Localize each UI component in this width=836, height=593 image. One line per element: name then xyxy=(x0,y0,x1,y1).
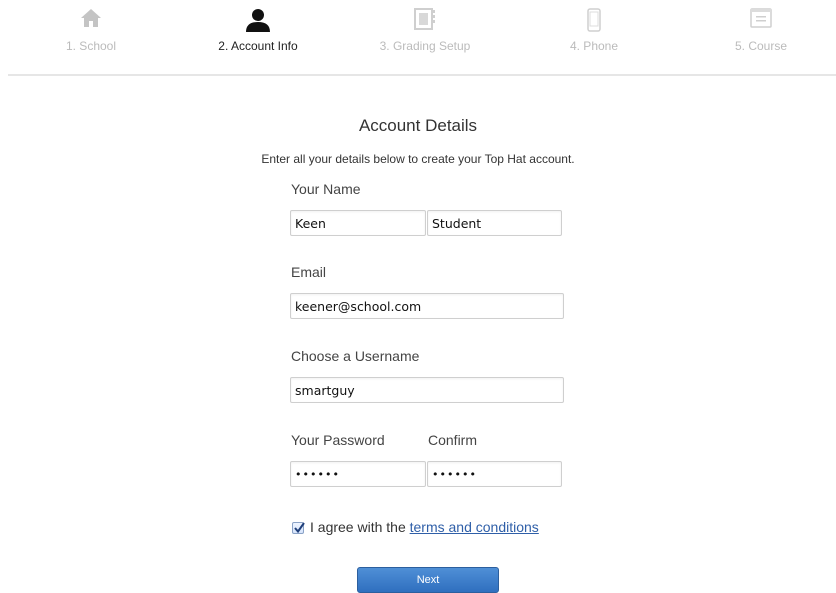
check-icon xyxy=(294,522,305,534)
step-label: 2. Account Info xyxy=(218,39,298,53)
username-label: Choose a Username xyxy=(291,348,420,364)
password-label: Your Password xyxy=(291,432,385,448)
password-field[interactable] xyxy=(290,461,426,487)
next-button[interactable]: Next xyxy=(357,567,499,593)
confirm-password-field[interactable] xyxy=(427,461,562,487)
username-field[interactable] xyxy=(290,377,564,403)
person-icon xyxy=(246,8,270,37)
header-divider xyxy=(8,74,836,76)
email-label: Email xyxy=(291,264,327,280)
step-label: 1. School xyxy=(65,39,117,53)
course-icon xyxy=(750,8,772,33)
confirm-label: Confirm xyxy=(428,432,478,448)
gradebook-icon xyxy=(414,8,436,35)
terms-link[interactable]: terms and conditions xyxy=(410,519,539,535)
page-title: Account Details xyxy=(358,116,478,135)
agree-text: I agree with the xyxy=(310,519,410,535)
first-name-field[interactable] xyxy=(290,210,426,236)
agree-checkbox[interactable] xyxy=(292,522,305,534)
page-subtitle: Enter all your details below to create y… xyxy=(261,152,575,166)
step-label: 5. Course xyxy=(734,39,788,53)
step-label: 4. Phone xyxy=(569,39,619,53)
email-field[interactable] xyxy=(290,293,564,319)
home-icon xyxy=(80,8,102,33)
phone-icon xyxy=(587,8,601,37)
last-name-field[interactable] xyxy=(427,210,562,236)
step-label: 3. Grading Setup xyxy=(379,39,471,53)
wizard-steps: 1. School 2. Account Info 3. Grading Set… xyxy=(0,0,836,75)
name-label: Your Name xyxy=(291,181,361,197)
